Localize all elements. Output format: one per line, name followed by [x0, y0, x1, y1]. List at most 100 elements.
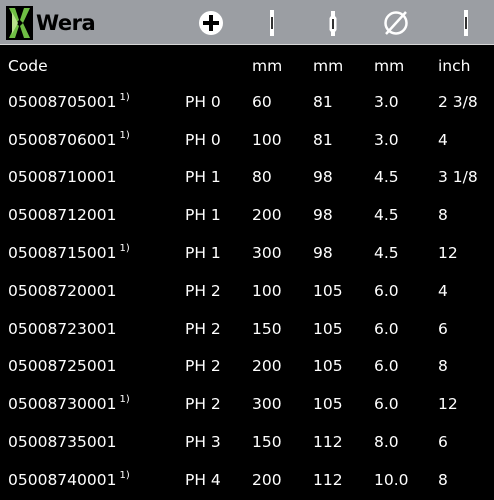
total-length-cell: 112: [313, 432, 343, 451]
article-code: 05008740001: [8, 470, 117, 489]
blade-length-cell: 300: [252, 395, 282, 414]
article-code: 05008712001: [8, 206, 117, 225]
table-row: 05008725001 PH 2 200 105 6.0 8: [0, 348, 494, 386]
screwdriver-length-icon: [329, 11, 337, 36]
article-code: 05008735001: [8, 432, 117, 451]
inch-length-icon: [464, 10, 468, 36]
diameter-cell: 4.5: [374, 243, 399, 262]
type-cell: PH 4: [185, 470, 221, 489]
table-row: 05008710001 PH 1 80 98 4.5 3 1/8: [0, 159, 494, 197]
diameter-cell: 6.0: [374, 395, 399, 414]
article-code-cell: 05008706001 1): [8, 122, 130, 160]
table-body: 05008705001 1) PH 0 60 81 3.0 2 3/8 05008706001…: [0, 84, 494, 500]
table-row: 05008730001 1) PH 2 300 105 6.0 12: [0, 386, 494, 424]
column-header-row: Code mm mm mm inch: [0, 46, 494, 84]
article-code: 05008706001: [8, 130, 117, 149]
article-code-cell: 05008705001 1): [8, 84, 130, 122]
diameter-cell: 3.0: [374, 130, 399, 149]
type-cell: PH 3: [185, 432, 221, 451]
inch-cell: 3 1/8: [438, 168, 478, 187]
article-code-cell: 05008725001: [8, 348, 116, 386]
article-code-cell: 05008723001: [8, 311, 116, 349]
table-row: 05008723001 PH 2 150 105 6.0 6: [0, 311, 494, 349]
article-code: 05008705001: [8, 92, 117, 111]
total-length-cell: 98: [313, 206, 333, 225]
article-code: 05008715001: [8, 243, 117, 262]
product-table: Code mm mm mm inch 05008705001 1) PH 0 60 81…: [0, 46, 494, 500]
inch-cell: 12: [438, 395, 458, 414]
total-length-cell: 81: [313, 130, 333, 149]
code-column-header: Code: [8, 57, 48, 75]
blade-length-cell: 150: [252, 432, 282, 451]
article-code: 05008723001: [8, 319, 117, 338]
total-length-cell: 98: [313, 168, 333, 187]
article-code: 05008710001: [8, 168, 117, 187]
blade-length-cell: 100: [252, 281, 282, 300]
footnote-marker: 1): [119, 469, 130, 481]
plus-tip-icon: [199, 11, 223, 35]
inch-cell: 6: [438, 432, 448, 451]
footnote-marker: 1): [119, 91, 130, 103]
table-row: 05008705001 1) PH 0 60 81 3.0 2 3/8: [0, 84, 494, 122]
diameter-cell: 3.0: [374, 92, 399, 111]
blade-length-cell: 200: [252, 357, 282, 376]
brand-name: Wera: [36, 11, 96, 35]
type-cell: PH 1: [185, 168, 221, 187]
table-row: 05008715001 1) PH 1 300 98 4.5 12: [0, 235, 494, 273]
inch-column-header: inch: [438, 57, 471, 75]
diameter-icon: [384, 11, 408, 35]
inch-cell: 8: [438, 470, 448, 489]
total-length-cell: 112: [313, 470, 343, 489]
type-cell: PH 2: [185, 395, 221, 414]
diameter-cell: 8.0: [374, 432, 399, 451]
inch-cell: 4: [438, 281, 448, 300]
footnote-marker: 1): [119, 242, 130, 254]
article-code-cell: 05008740001 1): [8, 462, 130, 500]
total-length-cell: 105: [313, 395, 343, 414]
total-length-column-header: mm: [313, 57, 344, 75]
type-cell: PH 0: [185, 92, 221, 111]
footnote-marker: 1): [119, 129, 130, 141]
inch-cell: 6: [438, 319, 448, 338]
diameter-cell: 6.0: [374, 281, 399, 300]
article-code: 05008725001: [8, 357, 117, 376]
wera-logo-icon: [6, 6, 33, 40]
table-row: 05008740001 1) PH 4 200 112 10.0 8: [0, 462, 494, 500]
article-code: 05008730001: [8, 395, 117, 414]
table-row: 05008720001 PH 2 100 105 6.0 4: [0, 273, 494, 311]
article-code-cell: 05008710001: [8, 159, 116, 197]
total-length-cell: 105: [313, 319, 343, 338]
inch-cell: 4: [438, 130, 448, 149]
type-cell: PH 0: [185, 130, 221, 149]
article-code-cell: 05008730001 1): [8, 386, 130, 424]
inch-cell: 8: [438, 357, 448, 376]
diameter-cell: 10.0: [374, 470, 409, 489]
total-length-cell: 98: [313, 243, 333, 262]
article-code-cell: 05008720001: [8, 273, 116, 311]
article-code-cell: 05008712001: [8, 197, 116, 235]
total-length-cell: 81: [313, 92, 333, 111]
blade-length-cell: 100: [252, 130, 282, 149]
type-cell: PH 1: [185, 243, 221, 262]
blade-length-cell: 150: [252, 319, 282, 338]
type-cell: PH 1: [185, 206, 221, 225]
blade-length-icon: [270, 10, 274, 36]
diameter-cell: 6.0: [374, 357, 399, 376]
blade-length-cell: 200: [252, 206, 282, 225]
blade-length-cell: 80: [252, 168, 272, 187]
total-length-cell: 105: [313, 281, 343, 300]
diameter-cell: 4.5: [374, 168, 399, 187]
article-code-cell: 05008735001: [8, 424, 116, 462]
table-row: 05008712001 PH 1 200 98 4.5 8: [0, 197, 494, 235]
article-code: 05008720001: [8, 281, 117, 300]
blade-length-cell: 60: [252, 92, 272, 111]
diameter-cell: 6.0: [374, 319, 399, 338]
table-row: 05008735001 PH 3 150 112 8.0 6: [0, 424, 494, 462]
blade-length-cell: 300: [252, 243, 282, 262]
blade-length-cell: 200: [252, 470, 282, 489]
blade-length-column-header: mm: [252, 57, 283, 75]
diameter-column-header: mm: [374, 57, 405, 75]
wera-logo: Wera: [6, 6, 96, 40]
type-cell: PH 2: [185, 357, 221, 376]
type-cell: PH 2: [185, 319, 221, 338]
